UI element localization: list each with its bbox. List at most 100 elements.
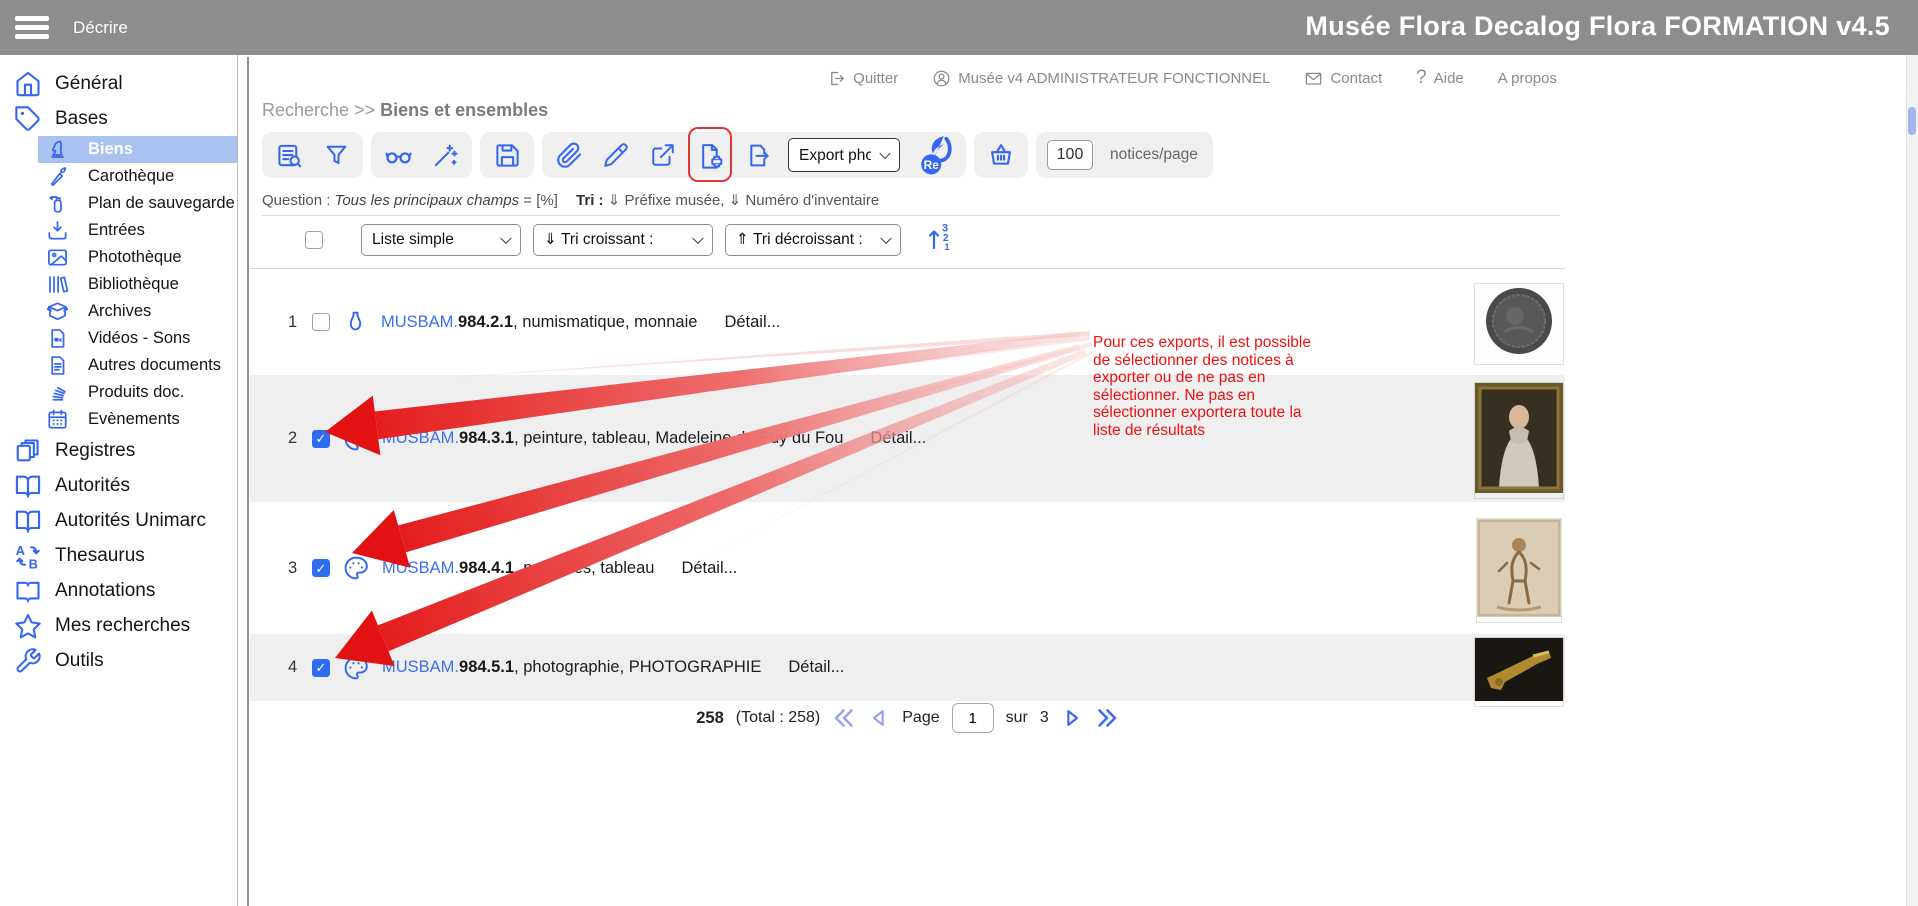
sidebar-item-annotations[interactable]: Annotations xyxy=(0,573,237,608)
row-number: 2 xyxy=(288,429,312,448)
record-inventory-link[interactable]: 984.3.1 xyxy=(459,429,514,448)
notices-per-page-input[interactable] xyxy=(1047,140,1093,170)
record-description: , numismatique, monnaie xyxy=(513,313,697,332)
scrollbar-thumb[interactable] xyxy=(1908,107,1916,135)
sidebar-item-phototheque[interactable]: Photothèque xyxy=(38,244,237,271)
aide-link[interactable]: ? Aide xyxy=(1416,67,1464,89)
magic-wand-button[interactable] xyxy=(429,137,461,173)
save-search-button[interactable] xyxy=(491,137,523,173)
sidebar-item-produits-doc[interactable]: Produits doc. xyxy=(38,379,237,406)
sidebar-item-label: Evènements xyxy=(88,410,180,429)
result-row: 4 MUSBAM.984.5.1, photographie, PHOTOGRA… xyxy=(250,634,1565,701)
sidebar-item-label: Mes recherches xyxy=(55,615,190,637)
row-checkbox[interactable] xyxy=(312,659,330,677)
export-photo-select[interactable]: Export photo xyxy=(788,138,900,172)
record-inventory-link[interactable]: 984.4.1 xyxy=(459,559,514,578)
export-photo-select-wrap: Export photo xyxy=(788,138,900,172)
sort-descending-select[interactable]: ⇑ Tri décroissant : xyxy=(725,224,901,256)
select-all-checkbox[interactable] xyxy=(305,231,323,249)
floppy-disk-icon xyxy=(494,142,521,169)
sidebar-item-label: Produits doc. xyxy=(88,383,184,402)
first-page-button[interactable] xyxy=(832,706,856,730)
sidebar-item-general[interactable]: Général xyxy=(0,66,237,101)
user-icon xyxy=(932,69,951,88)
double-chevron-left-icon xyxy=(832,706,856,730)
display-mode-select[interactable]: Liste simple xyxy=(361,224,521,256)
sidebar-item-autorites[interactable]: Autorités xyxy=(0,468,237,503)
sidebar-item-biens[interactable]: Biens xyxy=(38,136,237,163)
envelope-icon xyxy=(1304,69,1323,88)
sidebar-item-thesaurus[interactable]: AB Thesaurus xyxy=(0,538,237,573)
attachment-button[interactable] xyxy=(553,137,585,173)
record-inventory-link[interactable]: 984.5.1 xyxy=(459,658,514,677)
sidebar-item-archives[interactable]: Archives xyxy=(38,298,237,325)
sidebar-item-bases[interactable]: Bases xyxy=(0,101,237,136)
export-file-button[interactable] xyxy=(741,137,773,173)
open-book-icon xyxy=(14,472,42,500)
detail-link[interactable]: Détail... xyxy=(788,658,844,677)
sidebar-item-bibliotheque[interactable]: Bibliothèque xyxy=(38,271,237,298)
record-prefix-link[interactable]: MUSBAM. xyxy=(381,313,458,332)
sidebar-item-mes-recherches[interactable]: Mes recherches xyxy=(0,608,237,643)
sidebar-item-entrees[interactable]: Entrées xyxy=(38,217,237,244)
result-thumbnail[interactable] xyxy=(1475,383,1563,498)
record-prefix-link[interactable]: MUSBAM. xyxy=(382,559,459,578)
sidebar-item-label: Entrées xyxy=(88,221,145,240)
next-page-button[interactable] xyxy=(1061,707,1083,729)
sidebar-item-label: Thesaurus xyxy=(55,545,145,567)
sidebar-item-outils[interactable]: Outils xyxy=(0,643,237,678)
row-checkbox[interactable] xyxy=(312,430,330,448)
flora-re-button[interactable]: Re xyxy=(915,137,955,173)
contact-link[interactable]: Contact xyxy=(1304,69,1382,88)
sidebar-item-label: Outils xyxy=(55,650,104,672)
sidebar-item-videos-sons[interactable]: Vidéos - Sons xyxy=(38,325,237,352)
open-external-button[interactable] xyxy=(647,137,679,173)
result-thumbnail[interactable] xyxy=(1475,638,1563,706)
sidebar-item-plan-de-sauvegarde[interactable]: Plan de sauvegarde xyxy=(38,190,237,217)
breadcrumb-section[interactable]: Recherche xyxy=(262,100,349,120)
sidebar-item-autorites-unimarc[interactable]: Autorités Unimarc xyxy=(0,503,237,538)
sidebar-item-carotheque[interactable]: Carothèque xyxy=(38,163,237,190)
detail-link[interactable]: Détail... xyxy=(724,313,780,332)
detail-link[interactable]: Détail... xyxy=(870,429,926,448)
a-propos-link[interactable]: A propos xyxy=(1498,70,1557,87)
vertical-scrollbar[interactable] xyxy=(1906,55,1918,906)
row-checkbox[interactable] xyxy=(312,313,330,331)
sort-ascending-select[interactable]: ⇓ Tri croissant : xyxy=(533,224,713,256)
record-prefix-link[interactable]: MUSBAM. xyxy=(382,429,459,448)
record-inventory-link[interactable]: 984.2.1 xyxy=(458,313,513,332)
quitter-link[interactable]: Quitter xyxy=(827,69,898,88)
toolbar-group-notices: notices/page xyxy=(1036,132,1213,178)
sidebar-item-autres-documents[interactable]: Autres documents xyxy=(38,352,237,379)
detail-link[interactable]: Détail... xyxy=(681,559,737,578)
toolbar: Export photo Re notices/page xyxy=(262,132,1213,178)
sidebar-divider xyxy=(237,55,238,906)
result-thumbnail[interactable] xyxy=(1477,519,1561,622)
user-account-link[interactable]: Musée v4 ADMINISTRATEUR FONCTIONNEL xyxy=(932,69,1270,88)
basket-button[interactable] xyxy=(985,137,1017,173)
record-description: , peinture, tableau, Madeleine du Puy du… xyxy=(514,429,843,448)
previous-page-button[interactable] xyxy=(868,707,890,729)
sidebar-item-label: Photothèque xyxy=(88,248,182,267)
row-checkbox[interactable] xyxy=(312,559,330,577)
result-list-button[interactable] xyxy=(273,137,305,173)
hamburger-menu-icon[interactable] xyxy=(15,12,49,43)
sidebar-scrollbar[interactable] xyxy=(247,57,249,906)
page-of-label: sur xyxy=(1006,709,1028,727)
page-input[interactable] xyxy=(952,703,994,733)
sidebar-item-evenements[interactable]: Evènements xyxy=(38,406,237,433)
alpha-sort-icon: AB xyxy=(14,542,42,570)
sort-label: Tri : xyxy=(576,192,604,209)
core-sample-icon xyxy=(46,165,69,188)
result-thumbnail[interactable] xyxy=(1475,284,1563,364)
view-button[interactable] xyxy=(382,137,414,173)
filter-button[interactable] xyxy=(320,137,352,173)
sidebar-item-registres[interactable]: Registres xyxy=(0,433,237,468)
record-prefix-link[interactable]: MUSBAM. xyxy=(382,658,459,677)
last-page-button[interactable] xyxy=(1095,706,1119,730)
toolbar-group-save xyxy=(480,132,534,178)
external-link-icon xyxy=(650,142,676,168)
export-print-button[interactable] xyxy=(694,137,726,173)
edit-button[interactable] xyxy=(600,137,632,173)
numeric-sort-button[interactable]: 3 2 1 xyxy=(927,222,953,257)
